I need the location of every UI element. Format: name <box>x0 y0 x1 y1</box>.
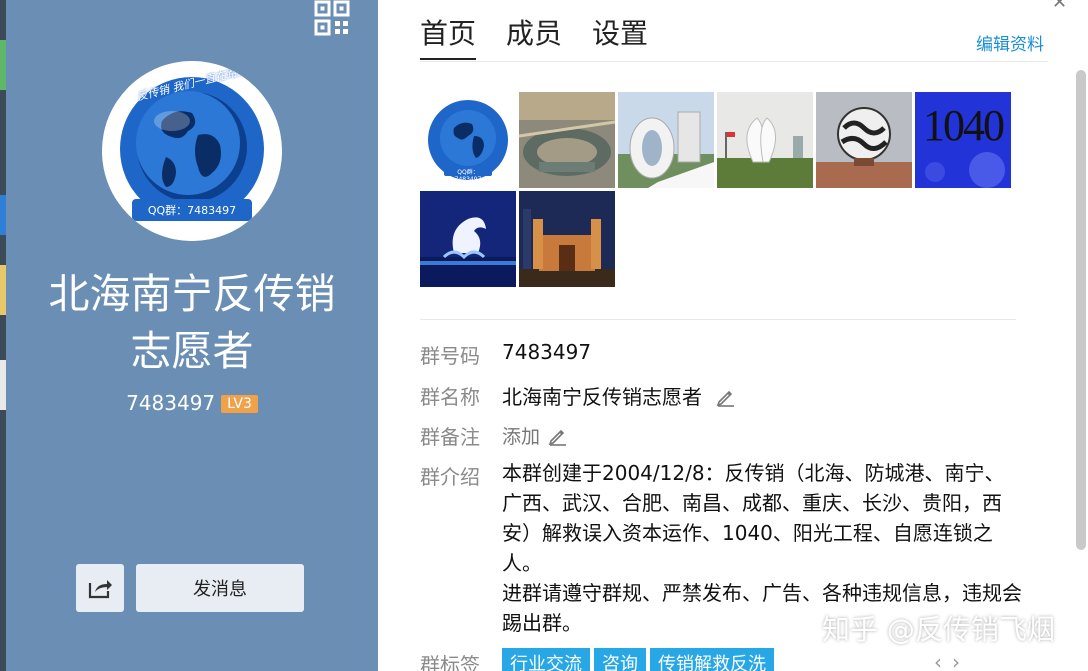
group-name-line2: 志愿者 <box>130 327 254 375</box>
tag-item[interactable]: 咨询 <box>594 648 646 671</box>
send-message-button[interactable]: 发消息 <box>136 564 304 612</box>
qr-code-icon[interactable] <box>314 0 350 36</box>
tab-home[interactable]: 首页 <box>420 14 477 60</box>
close-icon[interactable]: ✕ <box>1052 0 1067 13</box>
album-photo[interactable]: QQ群：7483497 <box>420 92 516 188</box>
tab-settings[interactable]: 设置 <box>592 14 648 60</box>
album-photo[interactable] <box>816 92 912 188</box>
id-label: 群号码 <box>420 344 480 368</box>
intro-label: 群介绍 <box>420 465 480 489</box>
group-id: 7483497 <box>126 391 216 415</box>
remark-add-label: 添加 <box>502 426 541 448</box>
album-logo-text: QQ群：7483497 <box>454 169 482 183</box>
remark-label: 群备注 <box>420 425 480 449</box>
share-button[interactable] <box>76 564 124 612</box>
edit-profile-link[interactable]: 编辑资料 <box>976 30 1044 55</box>
watermark: 知乎 @反传销飞烟 <box>822 613 1055 646</box>
scrollbar[interactable] <box>1076 70 1086 550</box>
group-id-row: 7483497 LV3 <box>6 391 378 415</box>
share-icon <box>88 580 112 599</box>
pager-arrows: ‹› <box>934 650 970 671</box>
album-photo[interactable] <box>717 92 813 188</box>
pencil-icon[interactable] <box>716 387 736 412</box>
remark-add[interactable]: 添加 <box>502 422 568 451</box>
avatar-bottom-text: QQ群：7483497 <box>147 204 237 217</box>
group-name-line1: 北海南宁反传销 <box>48 270 336 318</box>
tags-label: 群标签 <box>420 653 480 671</box>
name-value: 北海南宁反传销志愿者 <box>502 385 702 409</box>
group-profile-sidebar: 反传销 我们一直在路上 QQ群：7483497 北海南宁反传销 志愿者 7483… <box>6 0 378 671</box>
tag-item[interactable]: 传销解救反洗 <box>650 648 774 671</box>
album-number-text: 1040 <box>923 101 1005 150</box>
group-name-title: 北海南宁反传销 志愿者 <box>6 266 378 380</box>
tag-list: 行业交流 咨询 传销解救反洗 <box>502 648 778 671</box>
level-badge: LV3 <box>221 395 258 413</box>
album-photo[interactable] <box>519 191 615 287</box>
pencil-icon <box>548 426 568 451</box>
album-photo[interactable]: 1040 <box>915 92 1011 188</box>
name-value-row: 北海南宁反传销志愿者 <box>502 381 736 412</box>
tag-item[interactable]: 行业交流 <box>502 648 590 671</box>
tab-members[interactable]: 成员 <box>506 14 562 60</box>
intro-paragraph-1: 本群创建于2004/12/8：反传销（北海、防城港、南宁、广西、武汉、合肥、南昌… <box>502 461 1005 575</box>
album-photo[interactable] <box>420 191 516 287</box>
tab-bar: 首页 成员 设置 <box>420 14 678 62</box>
name-label: 群名称 <box>420 385 480 409</box>
album-photo[interactable] <box>618 92 714 188</box>
section-divider <box>420 319 1016 320</box>
chevron-right-icon[interactable]: › <box>952 650 970 671</box>
album-photo[interactable] <box>519 92 615 188</box>
id-value: 7483497 <box>502 340 592 364</box>
tab-divider <box>420 61 1048 62</box>
chevron-left-icon[interactable]: ‹ <box>934 650 952 671</box>
group-avatar[interactable]: 反传销 我们一直在路上 QQ群：7483497 <box>102 61 282 241</box>
